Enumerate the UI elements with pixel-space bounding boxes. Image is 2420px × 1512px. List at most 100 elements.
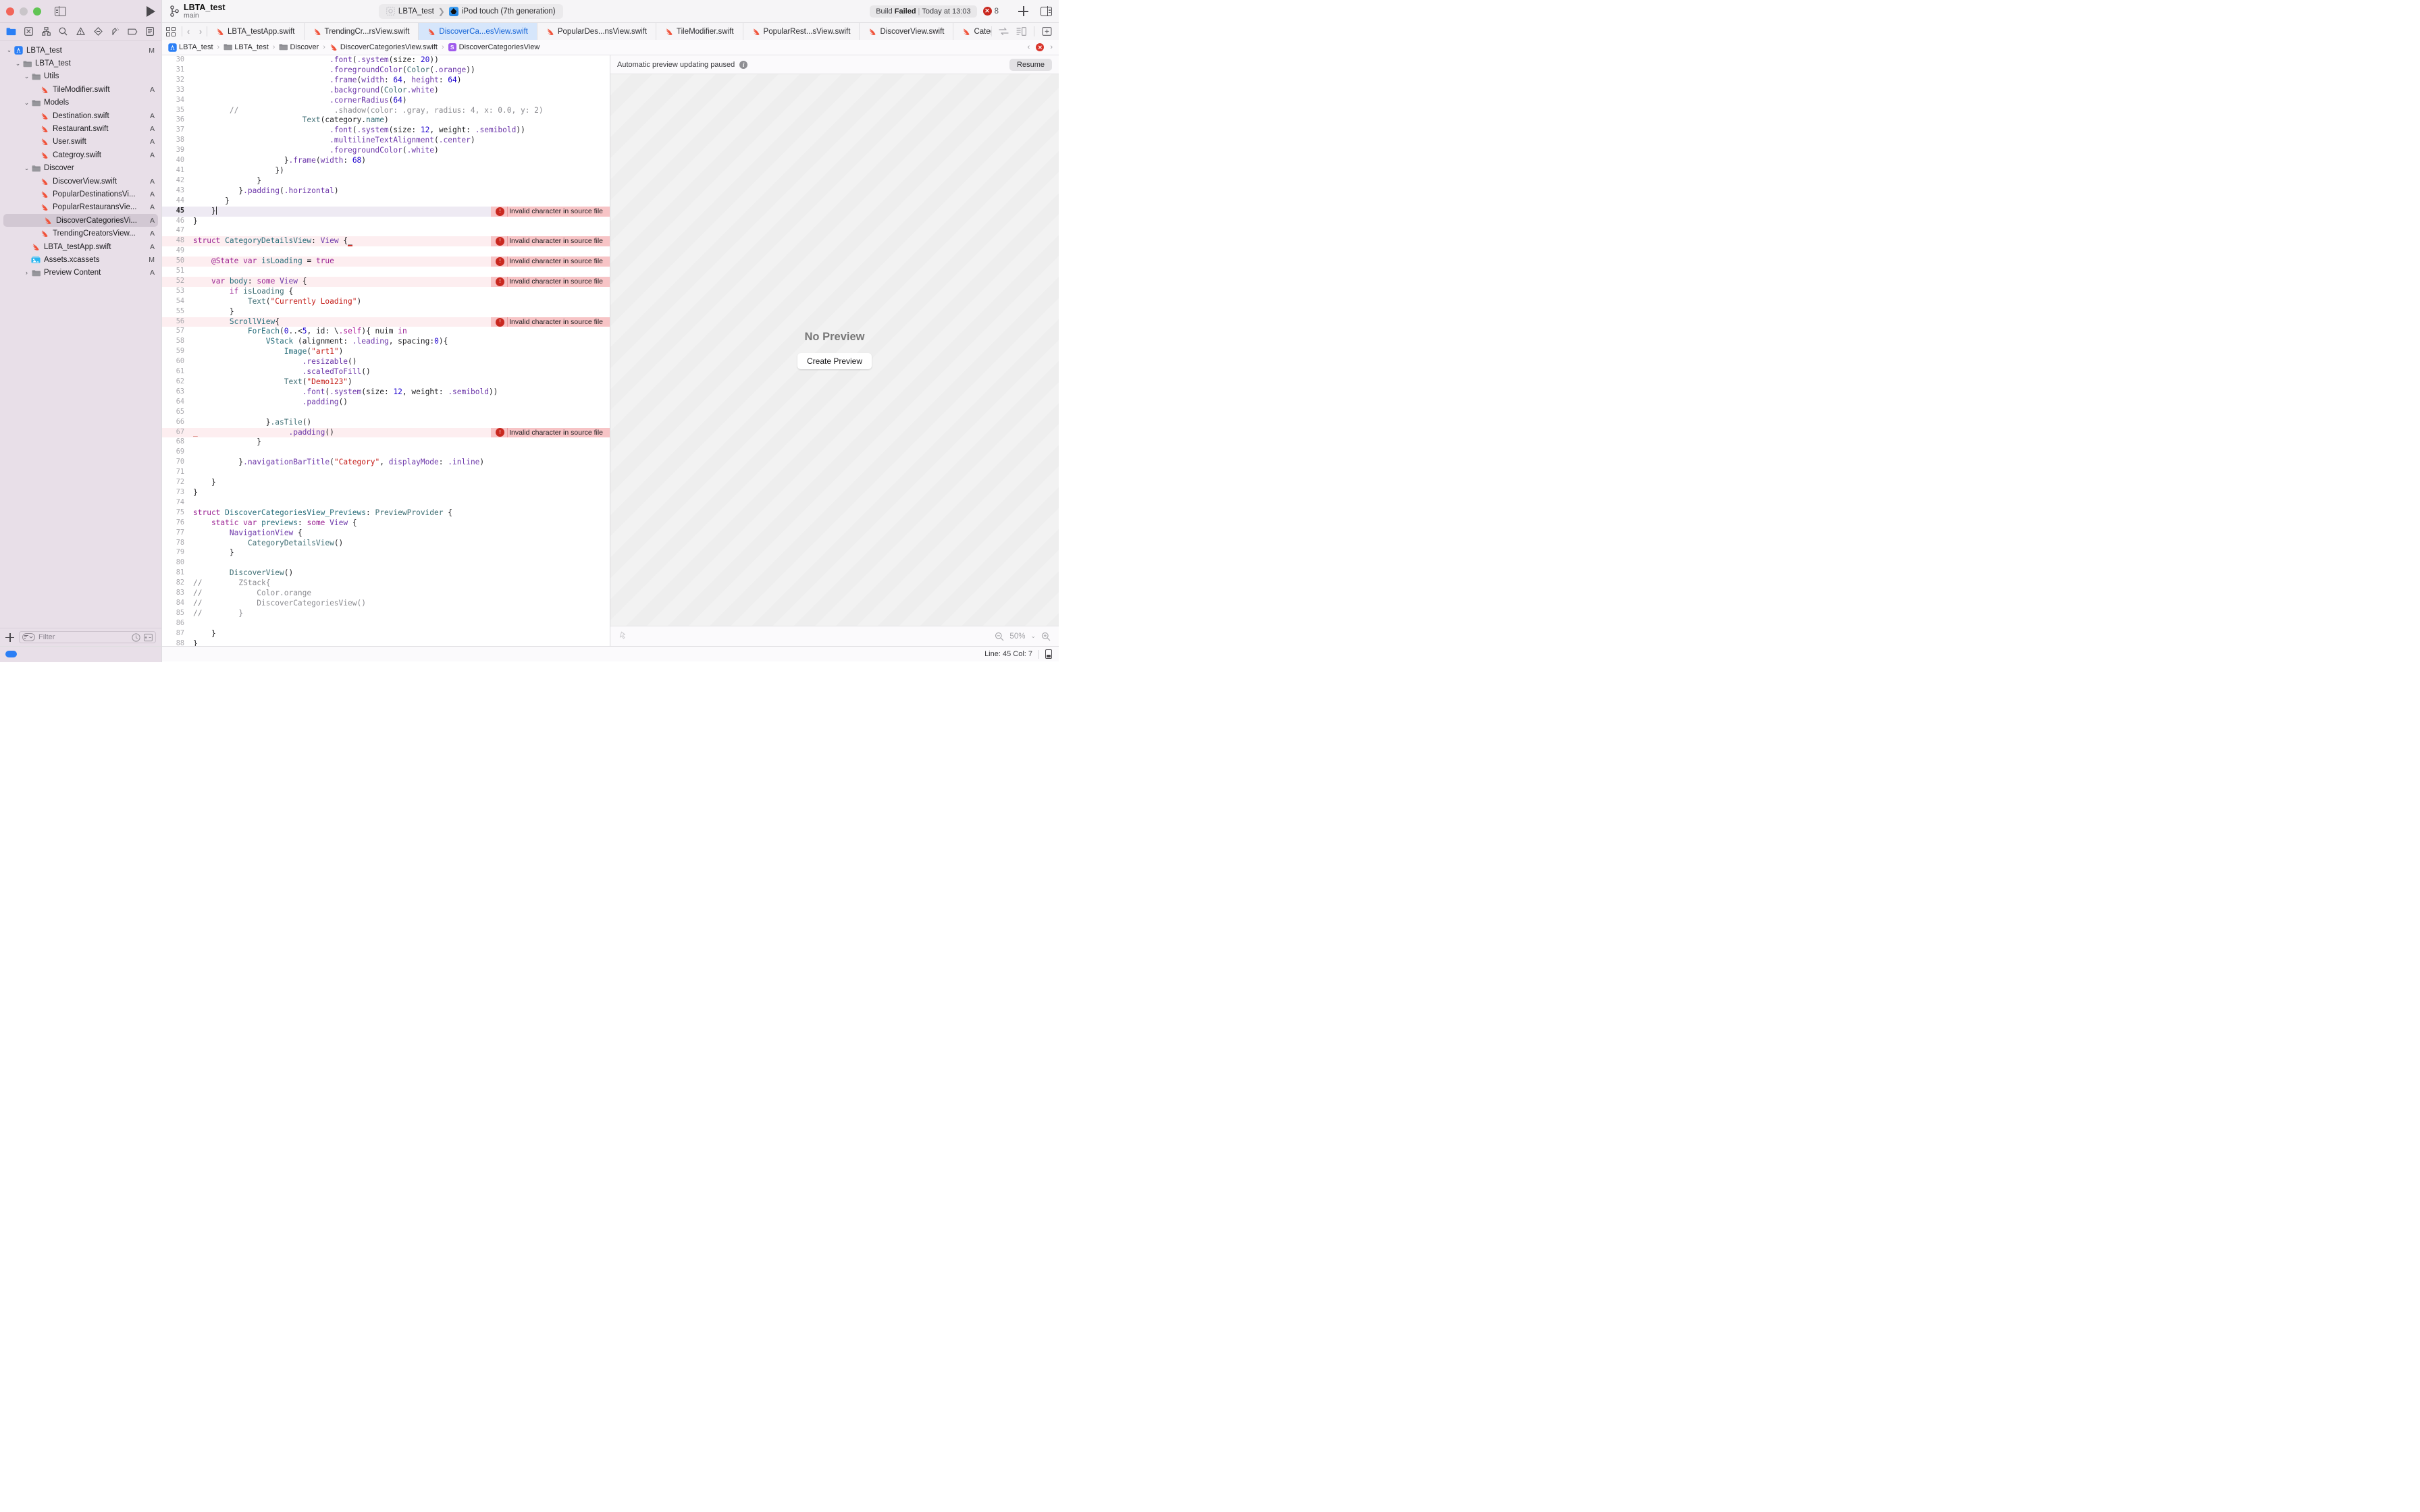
editor-layout-icon[interactable] <box>166 26 176 36</box>
code-line[interactable]: 49 <box>162 246 610 256</box>
code-line[interactable]: 62 Text("Demo123") <box>162 377 610 387</box>
scheme-destination-selector[interactable]: LBTA_test ❯ iPod touch (7th generation) <box>378 3 563 19</box>
find-navigator-icon[interactable] <box>55 24 72 40</box>
editor-tab[interactable]: TrendingCr...rsView.swift <box>305 23 419 40</box>
file-tree-row[interactable]: › Preview Content A <box>0 267 161 279</box>
code-line[interactable]: 79 } <box>162 548 610 558</box>
code-line[interactable]: 71 <box>162 468 610 478</box>
code-line[interactable]: 75 struct DiscoverCategoriesView_Previews… <box>162 508 610 518</box>
code-line[interactable]: 55 } <box>162 307 610 317</box>
editor-tab[interactable]: TileModifier.swift <box>656 23 743 40</box>
code-line[interactable]: 85 // } <box>162 609 610 619</box>
code-line[interactable]: 41 }) <box>162 166 610 176</box>
source-control-navigator-icon[interactable] <box>20 24 38 40</box>
next-issue-button[interactable]: › <box>1050 43 1053 51</box>
zoom-in-icon[interactable] <box>1041 632 1051 641</box>
code-line[interactable]: 84 // DiscoverCategoriesView() <box>162 599 610 609</box>
code-line[interactable]: 48 struct CategoryDetailsView: View {_! In… <box>162 236 610 247</box>
issue-navigator-icon[interactable] <box>72 24 90 40</box>
build-status-pill[interactable]: Build Failed | Today at 13:03 <box>870 5 977 18</box>
code-line[interactable]: 32 .frame(width: 64, height: 64) <box>162 76 610 86</box>
code-line[interactable]: 42 } <box>162 176 610 186</box>
add-editor-icon[interactable] <box>1042 26 1052 36</box>
code-line[interactable]: 72 } <box>162 478 610 488</box>
code-line[interactable]: 83 // Color.orange <box>162 589 610 599</box>
breakpoint-navigator-icon[interactable] <box>124 24 142 40</box>
code-line[interactable]: 43 }.padding(.horizontal) <box>162 186 610 196</box>
file-tree-row[interactable]: ›TrendingCreatorsView...A <box>0 227 161 240</box>
code-line[interactable]: 30 .font(.system(size: 20)) <box>162 55 610 65</box>
code-line[interactable]: 78 CategoryDetailsView() <box>162 539 610 549</box>
add-file-icon[interactable] <box>5 632 14 642</box>
file-tree-row[interactable]: ›Destination.swiftA <box>0 109 161 122</box>
error-count-group[interactable]: ✕ 8 <box>982 7 999 16</box>
file-tree-row[interactable]: ›Assets.xcassetsM <box>0 253 161 266</box>
code-line[interactable]: 88} <box>162 639 610 646</box>
code-line[interactable]: 53 if isLoading { <box>162 287 610 297</box>
code-line[interactable]: 35 // .shadow(color: .gray, radius: 4, x… <box>162 106 610 116</box>
disclosure-triangle-open-icon[interactable]: ⌄ <box>22 73 31 80</box>
resume-button[interactable]: Resume <box>1009 58 1052 71</box>
code-line[interactable]: 44 } <box>162 196 610 207</box>
filter-options-icon[interactable] <box>22 633 35 641</box>
code-line[interactable]: 52 var body: some View {! Invalid charact… <box>162 276 610 287</box>
file-tree-row[interactable]: ›TileModifier.swiftA <box>0 83 161 96</box>
code-line[interactable]: 64 .padding() <box>162 398 610 408</box>
code-line[interactable]: 70 }.navigationBarTitle("Category", disp… <box>162 458 610 468</box>
editor-tab[interactable]: PopularDes...nsView.swift <box>537 23 656 40</box>
source-code[interactable]: 30 .font(.system(size: 20)) 31 .foregroun… <box>162 55 610 646</box>
disclosure-triangle-open-icon[interactable]: ⌄ <box>22 165 31 172</box>
inline-error-banner[interactable]: ! Invalid character in source file <box>491 276 610 287</box>
code-line[interactable]: 66 }.asTile() <box>162 418 610 428</box>
disclosure-triangle-closed-icon[interactable]: › <box>22 269 31 276</box>
file-tree-row[interactable]: ›DiscoverView.swiftA <box>0 175 161 188</box>
code-line[interactable]: 65 <box>162 408 610 418</box>
source-control-filter-icon[interactable] <box>144 633 153 642</box>
related-items-icon[interactable] <box>999 26 1009 36</box>
disclosure-triangle-open-icon[interactable]: ⌄ <box>14 60 22 68</box>
info-icon[interactable]: i <box>739 60 748 69</box>
right-inspector-toggle-icon[interactable] <box>1040 6 1052 16</box>
code-line[interactable]: 58 VStack (alignment: .leading, spacing:… <box>162 337 610 347</box>
code-line[interactable]: 87 } <box>162 629 610 639</box>
file-tree-row[interactable]: ⌄ Utils <box>0 70 161 83</box>
code-line[interactable]: 81 DiscoverView() <box>162 568 610 578</box>
code-line[interactable]: 57 ForEach(0..<5, id: \.self){ nuim in <box>162 327 610 337</box>
plus-icon[interactable] <box>1018 6 1028 16</box>
code-line[interactable]: 82 // ZStack{ <box>162 578 610 589</box>
preview-canvas[interactable]: No Preview Create Preview <box>610 74 1059 626</box>
report-navigator-icon[interactable] <box>141 24 159 40</box>
code-line[interactable]: 67 _ .padding()! Invalid character in sour… <box>162 427 610 438</box>
chevron-down-icon[interactable]: ⌄ <box>1030 632 1036 640</box>
code-line[interactable]: 80 <box>162 558 610 568</box>
code-line[interactable]: 36 Text(category.name) <box>162 115 610 126</box>
file-tree-row[interactable]: ⌄ Discover <box>0 162 161 175</box>
code-line[interactable]: 86 <box>162 619 610 629</box>
pin-icon[interactable] <box>619 631 628 642</box>
code-line[interactable]: 51 <box>162 267 610 277</box>
inline-error-banner[interactable]: ! Invalid character in source file <box>491 317 610 327</box>
left-sidebar-toggle-icon[interactable] <box>55 6 66 16</box>
code-line[interactable]: 68 } <box>162 437 610 448</box>
code-line[interactable]: 76 static var previews: some View { <box>162 518 610 529</box>
file-tree-row[interactable]: ⌄ Models <box>0 97 161 109</box>
code-line[interactable]: 60 .resizable() <box>162 357 610 367</box>
inline-error-banner[interactable]: ! Invalid character in source file <box>491 206 610 217</box>
tab-forward-button[interactable]: › <box>194 24 207 39</box>
file-tree-row[interactable]: ⌄ LBTA_test <box>0 57 161 70</box>
code-line[interactable]: 45 }! Invalid character in source file <box>162 206 610 217</box>
code-line[interactable]: 38 .multilineTextAlignment(.center) <box>162 136 610 146</box>
code-line[interactable]: 50 @State var isLoading = true! Invalid c… <box>162 256 610 267</box>
file-tree-row[interactable]: ›PopularDestinationsVi...A <box>0 188 161 200</box>
file-tree-row[interactable]: ›Restaurant.swiftA <box>0 122 161 135</box>
code-line[interactable]: 39 .foregroundColor(.white) <box>162 146 610 156</box>
code-line[interactable]: 31 .foregroundColor(Color(.orange)) <box>162 65 610 76</box>
code-editor[interactable]: 30 .font(.system(size: 20)) 31 .foregroun… <box>162 55 610 646</box>
issue-close-badge[interactable]: ✕ <box>1036 43 1045 51</box>
code-line[interactable]: 59 Image("art1") <box>162 347 610 357</box>
filter-field[interactable]: Filter <box>19 631 156 643</box>
breadcrumb-item[interactable]: LBTA_test <box>168 43 213 52</box>
editor-tab[interactable]: DiscoverView.swift <box>860 23 954 40</box>
previous-issue-button[interactable]: ‹ <box>1028 43 1030 51</box>
device-icon[interactable] <box>1045 649 1052 659</box>
